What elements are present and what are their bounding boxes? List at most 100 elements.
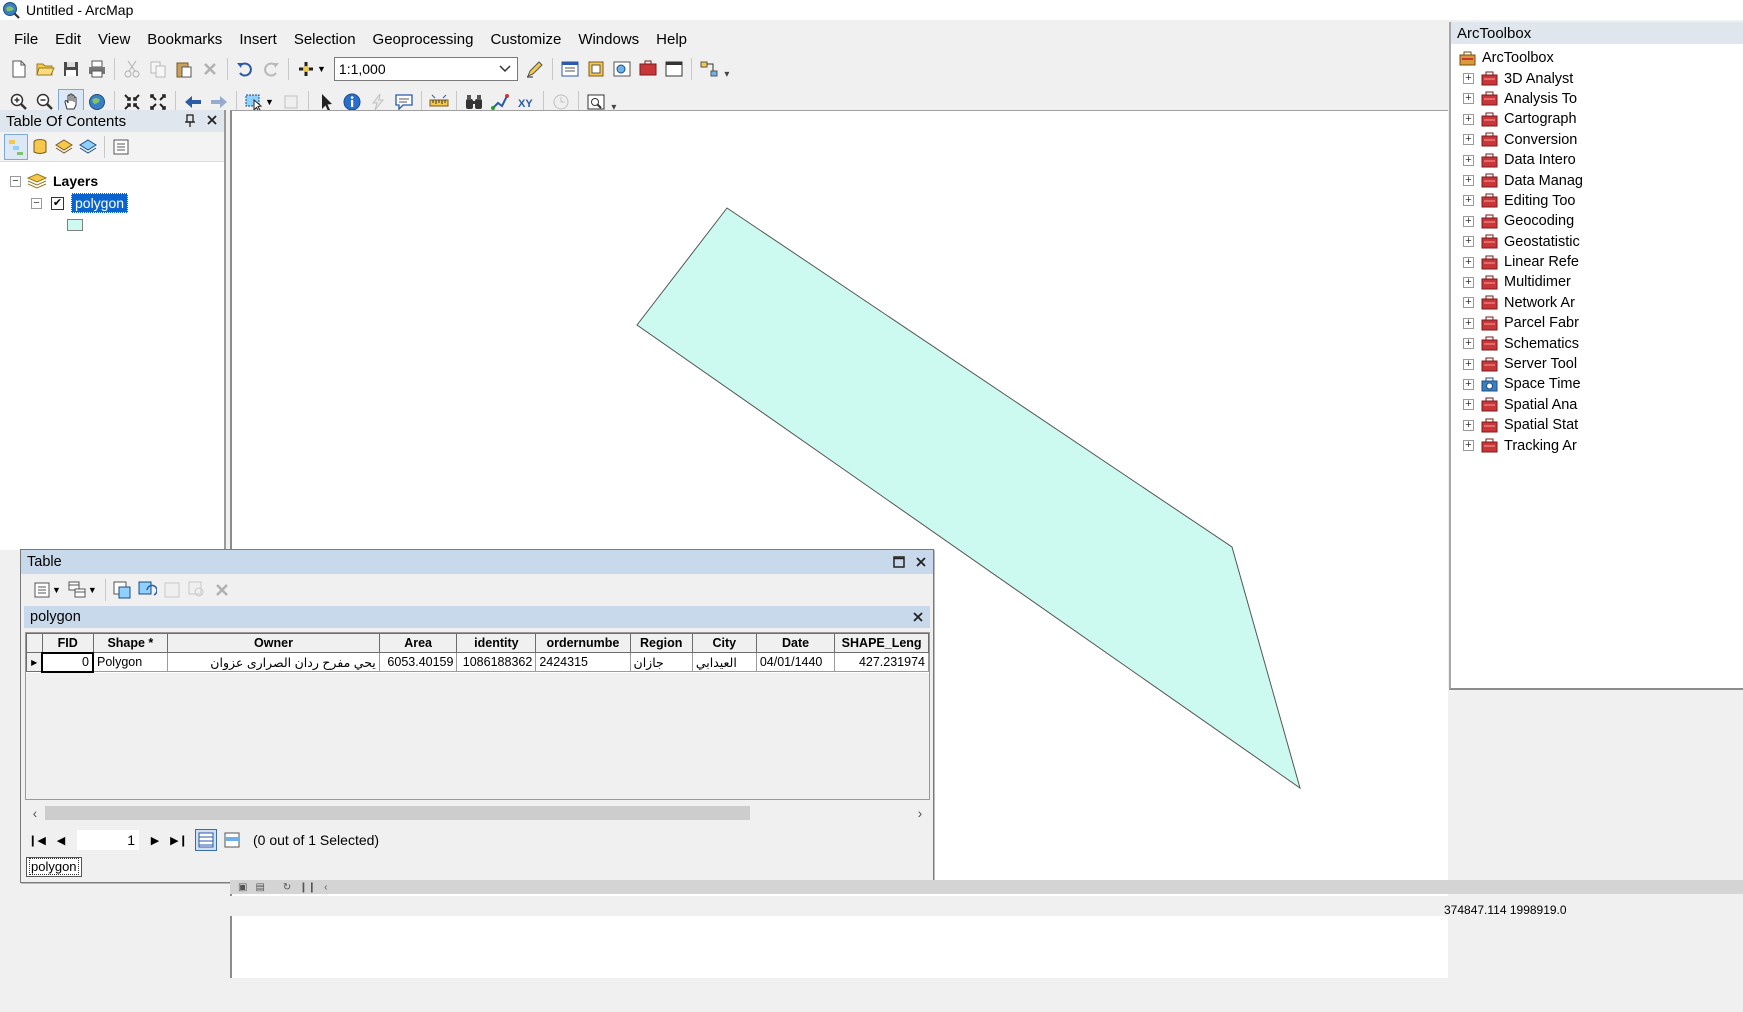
expand-icon[interactable]: + [1463,358,1474,370]
save-button[interactable] [58,56,84,82]
menu-customize[interactable]: Customize [482,29,570,50]
search-window-button[interactable] [609,56,635,82]
menu-view[interactable]: View [90,29,139,50]
toolbox-item[interactable]: + Cartograph [1451,109,1743,129]
table-bottom-tab[interactable]: polygon [26,857,82,877]
expand-icon[interactable]: + [1463,419,1474,431]
toolbox-item[interactable]: + Spatial Ana [1451,395,1743,415]
refresh-icon[interactable]: ↻ [283,882,291,893]
menu-help[interactable]: Help [648,29,696,50]
redo-button[interactable] [258,56,284,82]
menu-insert[interactable]: Insert [231,29,286,50]
column-header[interactable]: FID [41,633,94,653]
scroll-thumb[interactable] [45,806,750,820]
expand-icon[interactable]: + [1463,134,1474,146]
column-header[interactable]: City [691,633,757,653]
column-header[interactable]: SHAPE_Leng [834,633,929,653]
show-selected-records-button[interactable] [221,829,243,851]
delete-selected-button[interactable] [210,577,235,603]
column-header[interactable]: Owner [167,633,380,653]
menu-bookmarks[interactable]: Bookmarks [139,29,231,50]
expand-icon[interactable]: + [1463,154,1474,166]
scroll-track[interactable] [45,805,910,821]
toolbox-item[interactable]: + Multidimer [1451,272,1743,292]
layer-name[interactable]: polygon [71,193,129,213]
toolbox-item[interactable]: + Space Time [1451,374,1743,394]
current-record-field[interactable]: 1 [77,830,139,850]
menu-selection[interactable]: Selection [286,29,365,50]
expand-icon[interactable]: + [1463,93,1474,105]
column-header[interactable]: Area [378,633,458,653]
toolbox-item[interactable]: + Spatial Stat [1451,415,1743,435]
table-row[interactable]: ▶ 0 Polygon يحي مفرح ردان الصرارى عزوان … [26,651,929,673]
scroll-left-icon[interactable]: ‹ [25,805,45,821]
toc-symbol-row[interactable] [0,214,224,236]
first-record-icon[interactable]: ❙◀ [25,834,49,847]
catalog-window-button[interactable] [583,56,609,82]
map-scale-combobox[interactable]: 1:1,000 [333,57,518,81]
expand-icon[interactable]: + [1463,338,1474,350]
data-view-icon[interactable]: ▣ [238,882,247,893]
new-document-button[interactable] [6,56,32,82]
attribute-table-grid[interactable]: FID Shape * Owner Area identity ordernum… [25,632,930,800]
table-cell[interactable]: يحي مفرح ردان الصرارى عزوان [167,652,380,672]
toolbox-item[interactable]: + Server Tool [1451,354,1743,374]
toolbar-options-grip[interactable]: ▾ [722,58,732,80]
next-record-icon[interactable]: ▶ [143,834,167,847]
expand-icon[interactable]: + [1463,399,1474,411]
related-tables-dropdown-icon[interactable]: ▼ [88,585,97,595]
expand-icon[interactable]: + [1463,256,1474,268]
toolbox-item[interactable]: + Editing Too [1451,191,1743,211]
zoom-to-selected-button[interactable] [185,577,210,603]
toc-window-button[interactable] [557,56,583,82]
expand-icon[interactable]: + [1463,195,1474,207]
list-by-selection-button[interactable] [76,134,100,160]
close-icon[interactable] [912,611,924,623]
expand-icon[interactable]: + [1463,440,1474,452]
toolbox-item[interactable]: + Network Ar [1451,293,1743,313]
table-cell[interactable]: 04/01/1440 [755,652,836,672]
toolbox-item[interactable]: + Schematics [1451,333,1743,353]
arctoolbox-window-button[interactable] [635,56,661,82]
select-features-dropdown-icon[interactable]: ▼ [265,97,274,107]
menu-edit[interactable]: Edit [47,29,90,50]
toolbox-item[interactable]: + Tracking Ar [1451,435,1743,455]
menu-file[interactable]: File [6,29,47,50]
expand-icon[interactable]: + [1463,73,1474,85]
expand-icon[interactable]: + [1463,317,1474,329]
pause-drawing-icon[interactable]: ❙❙ [299,882,316,893]
column-header[interactable]: identity [456,633,537,653]
toc-options-button[interactable] [109,134,133,160]
toolbox-item[interactable]: + Conversion [1451,130,1743,150]
close-icon[interactable] [206,114,218,126]
table-options-dropdown-icon[interactable]: ▼ [52,585,61,595]
toolbox-item[interactable]: +3D Analyst [1451,68,1743,88]
row-selector-header[interactable] [26,633,43,653]
column-header[interactable]: Shape * [92,633,169,653]
column-header[interactable]: Date [755,633,836,653]
table-cell[interactable]: 6053.40159 [378,652,458,672]
scroll-right-icon[interactable]: › [910,805,930,821]
toolbox-item[interactable]: + Analysis To [1451,89,1743,109]
maximize-icon[interactable] [893,556,905,568]
collapse-icon[interactable]: − [10,175,21,187]
column-header[interactable]: ordernumbe [535,633,631,653]
list-by-source-button[interactable] [28,134,52,160]
layer-visibility-checkbox[interactable]: ✔ [51,196,64,210]
add-data-button[interactable] [293,56,319,82]
cut-button[interactable] [119,56,145,82]
toolbox-item[interactable]: + Geostatistic [1451,232,1743,252]
menu-windows[interactable]: Windows [570,29,648,50]
python-window-button[interactable] [661,56,687,82]
expand-icon[interactable]: + [1463,175,1474,187]
print-button[interactable] [84,56,110,82]
copy-button[interactable] [145,56,171,82]
last-record-icon[interactable]: ▶❙ [167,834,191,847]
toolbox-item[interactable]: + Data Intero [1451,150,1743,170]
toolbox-item[interactable]: + Data Manag [1451,170,1743,190]
modelbuilder-button[interactable] [696,56,722,82]
table-cell[interactable]: Polygon [92,652,169,672]
arctoolbox-root[interactable]: ArcToolbox [1451,48,1743,68]
expand-icon[interactable]: + [1463,276,1474,288]
table-cell[interactable]: 1086188362 [456,652,537,672]
